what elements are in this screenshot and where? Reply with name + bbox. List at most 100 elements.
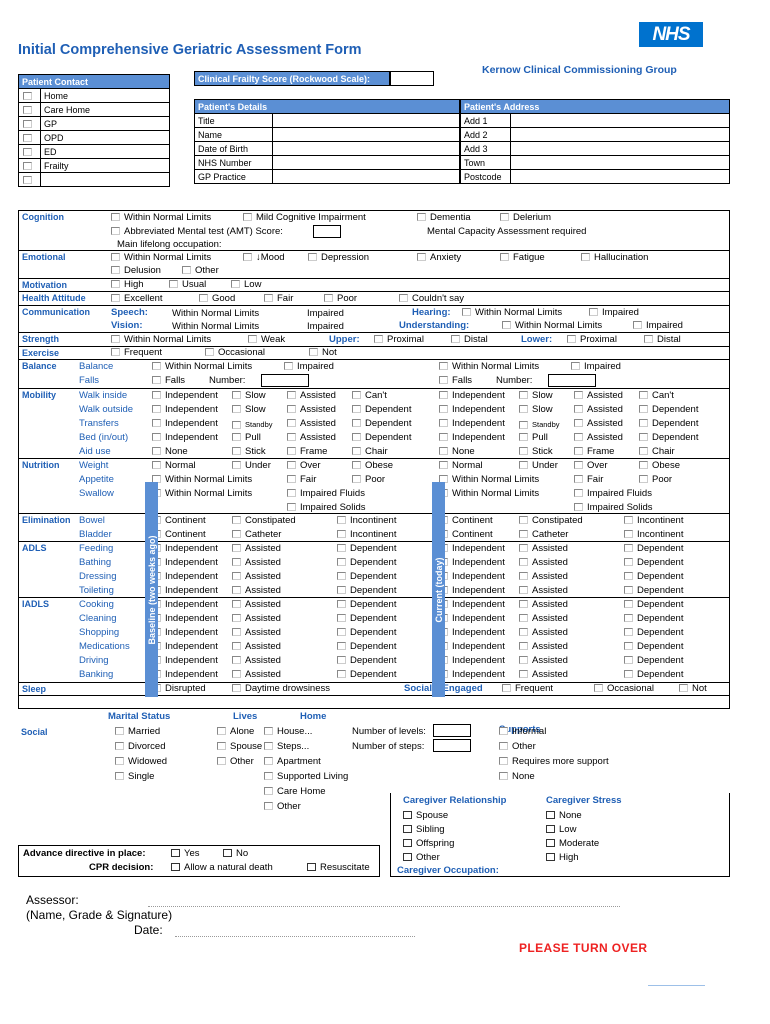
iadl-5-b0[interactable]: Independent [152, 669, 218, 680]
checkbox-icon[interactable] [337, 586, 346, 595]
strength-opt-wnl[interactable]: Within Normal Limits [111, 334, 211, 345]
nhs-number-field[interactable] [272, 155, 460, 170]
checkbox-icon[interactable] [232, 586, 241, 595]
checkbox-icon[interactable] [352, 461, 361, 470]
checkbox-icon[interactable] [115, 772, 124, 781]
checkbox-icon[interactable] [499, 772, 508, 781]
checkbox-icon[interactable] [639, 461, 648, 470]
nut-2-c1[interactable]: Impaired Fluids [574, 488, 652, 499]
nut-0-b0[interactable]: Normal [152, 460, 196, 471]
cg-stress-moderate[interactable]: Moderate [546, 838, 599, 849]
checkbox-icon[interactable] [217, 727, 226, 736]
checkbox-icon[interactable] [500, 213, 509, 222]
checkbox-icon[interactable] [502, 321, 511, 330]
iadl-3-b0[interactable]: Independent [152, 641, 218, 652]
iadl-1-b2[interactable]: Dependent [337, 613, 396, 624]
adl-2-c0[interactable]: Independent [439, 571, 505, 582]
checkbox-icon[interactable] [111, 348, 120, 357]
checkbox-icon[interactable] [399, 294, 408, 303]
mob-3-b3[interactable]: Dependent [352, 432, 411, 443]
checkbox-icon[interactable] [232, 516, 241, 525]
checkbox-icon[interactable] [232, 614, 241, 623]
upper-distal[interactable]: Distal [451, 334, 488, 345]
iadl-4-c2[interactable]: Dependent [624, 655, 683, 666]
checkbox-cell[interactable] [18, 116, 41, 131]
iadl-2-b2[interactable]: Dependent [337, 627, 396, 638]
checkbox-icon[interactable] [519, 558, 528, 567]
checkbox-icon[interactable] [23, 176, 32, 185]
checkbox-icon[interactable] [232, 405, 241, 414]
marital-married[interactable]: Married [115, 726, 160, 737]
cognition-opt-delerium[interactable]: Delerium [500, 212, 551, 223]
mob-1-c0[interactable]: Independent [439, 404, 505, 415]
mob-3-b2[interactable]: Assisted [287, 432, 336, 443]
checkbox-icon[interactable] [199, 294, 208, 303]
checkbox-icon[interactable] [519, 516, 528, 525]
checkbox-cell[interactable] [18, 130, 41, 145]
iadl-3-c1[interactable]: Assisted [519, 641, 568, 652]
checkbox-icon[interactable] [231, 280, 240, 289]
checkbox-icon[interactable] [546, 825, 555, 834]
checkbox-icon[interactable] [337, 572, 346, 581]
health-opt-fair[interactable]: Fair [264, 293, 293, 304]
marital-widowed[interactable]: Widowed [115, 756, 167, 767]
mob-1-b3[interactable]: Dependent [352, 404, 411, 415]
iadl-1-c1[interactable]: Assisted [519, 613, 568, 624]
dob-field[interactable] [272, 141, 460, 156]
falls-number-current-input[interactable] [548, 374, 596, 387]
checkbox-icon[interactable] [519, 421, 528, 430]
checkbox-icon[interactable] [439, 447, 448, 456]
elim-1-c0[interactable]: Continent [439, 529, 493, 540]
support-none[interactable]: None [499, 771, 535, 782]
mob-3-c2[interactable]: Assisted [574, 432, 623, 443]
checkbox-icon[interactable] [287, 475, 296, 484]
checkbox-icon[interactable] [519, 447, 528, 456]
checkbox-icon[interactable] [232, 447, 241, 456]
title-field[interactable] [272, 113, 460, 128]
checkbox-icon[interactable] [624, 670, 633, 679]
balance-base-impaired[interactable]: Impaired [284, 361, 334, 372]
exercise-opt-not[interactable]: Not [309, 347, 337, 358]
mob-3-b0[interactable]: Independent [152, 432, 218, 443]
checkbox-cell[interactable] [18, 88, 41, 103]
checkbox-icon[interactable] [152, 461, 161, 470]
checkbox-icon[interactable] [264, 802, 273, 811]
mob-2-b3[interactable]: Dependent [352, 418, 411, 429]
cg-stress-none[interactable]: None [546, 810, 582, 821]
checkbox-icon[interactable] [352, 405, 361, 414]
cg-rel-other[interactable]: Other [403, 852, 440, 863]
checkbox-cell[interactable] [18, 172, 41, 187]
advance-yes[interactable]: Yes [171, 848, 200, 859]
checkbox-icon[interactable] [152, 391, 161, 400]
emotional-opt-anxiety[interactable]: Anxiety [417, 252, 461, 263]
balance-base-falls[interactable]: Falls [152, 375, 185, 386]
elim-1-b0[interactable]: Continent [152, 529, 206, 540]
mob-0-b1[interactable]: Slow [232, 390, 266, 401]
upper-proximal[interactable]: Proximal [374, 334, 424, 345]
adl-0-b0[interactable]: Independent [152, 543, 218, 554]
iadl-0-c0[interactable]: Independent [439, 599, 505, 610]
adl-0-c2[interactable]: Dependent [624, 543, 683, 554]
checkbox-icon[interactable] [264, 757, 273, 766]
motivation-opt-low[interactable]: Low [231, 279, 261, 290]
checkbox-icon[interactable] [439, 419, 448, 428]
se-opt-frequent[interactable]: Frequent [502, 683, 553, 694]
checkbox-icon[interactable] [439, 461, 448, 470]
iadl-3-c0[interactable]: Independent [439, 641, 505, 652]
checkbox-icon[interactable] [232, 656, 241, 665]
checkbox-icon[interactable] [152, 362, 161, 371]
nut-2-c0[interactable]: Within Normal Limits [439, 488, 539, 499]
checkbox-icon[interactable] [639, 391, 648, 400]
mob-2-b1[interactable]: Standby [232, 420, 273, 430]
checkbox-icon[interactable] [639, 419, 648, 428]
iadl-2-b0[interactable]: Independent [152, 627, 218, 638]
checkbox-icon[interactable] [264, 727, 273, 736]
mob-2-b0[interactable]: Independent [152, 418, 218, 429]
hearing-wnl[interactable]: Within Normal Limits [462, 307, 562, 318]
nut-3-c0[interactable]: Impaired Solids [574, 502, 652, 513]
checkbox-icon[interactable] [232, 684, 241, 693]
steps-input[interactable] [433, 739, 471, 752]
sleep-opt-disrupted[interactable]: Disrupted [152, 683, 206, 694]
se-opt-not[interactable]: Not [679, 683, 707, 694]
checkbox-cell[interactable] [18, 144, 41, 159]
